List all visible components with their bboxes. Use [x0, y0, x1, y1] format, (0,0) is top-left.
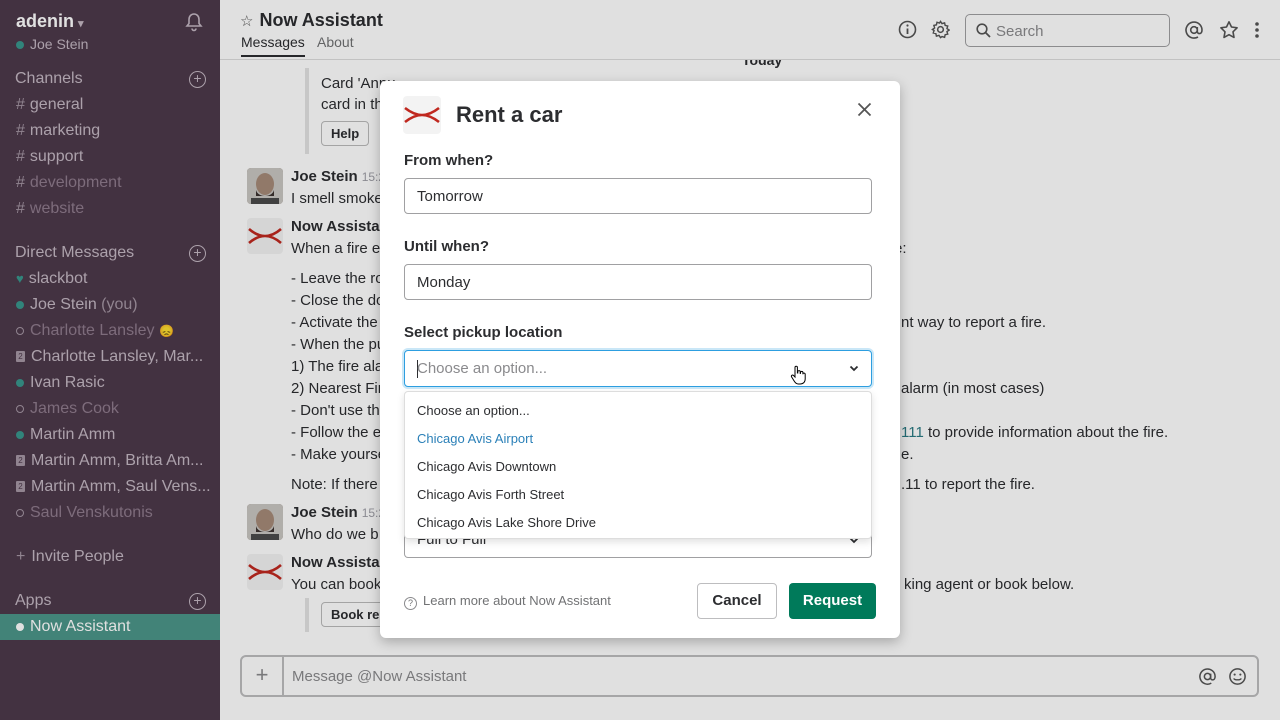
dropdown-option[interactable]: Chicago Avis Forth Street [405, 481, 871, 509]
dropdown-option[interactable]: Chicago Avis Airport [405, 425, 871, 453]
pickup-location-select[interactable]: Choose an option... [404, 350, 872, 387]
learn-more-text: Learn more about Now Assistant [423, 593, 611, 608]
rent-a-car-dialog: Rent a car From when? Tomorrow Until whe… [380, 81, 900, 638]
from-when-label: From when? [404, 152, 494, 169]
dropdown-option[interactable]: Chicago Avis Downtown [405, 453, 871, 481]
help-circle-icon: ? [404, 597, 417, 610]
until-when-input[interactable]: Monday [404, 264, 872, 300]
request-button[interactable]: Request [789, 583, 876, 619]
close-icon[interactable] [857, 102, 872, 117]
chevron-down-icon[interactable] [849, 365, 859, 372]
dropdown-option[interactable]: Chicago Avis Lake Shore Drive [405, 509, 871, 537]
app-logo-icon [403, 96, 441, 134]
until-when-label: Until when? [404, 238, 489, 255]
dropdown-option[interactable]: Choose an option... [405, 397, 871, 425]
cancel-button[interactable]: Cancel [697, 583, 777, 619]
pickup-location-label: Select pickup location [404, 324, 563, 341]
learn-more-link[interactable]: ? Learn more about Now Assistant [404, 593, 611, 610]
from-when-input[interactable]: Tomorrow [404, 178, 872, 214]
dialog-title: Rent a car [456, 102, 563, 127]
hand-cursor-icon [790, 365, 806, 385]
pickup-placeholder: Choose an option... [417, 360, 548, 377]
pickup-location-dropdown: Choose an option... Chicago Avis Airport… [404, 391, 872, 539]
